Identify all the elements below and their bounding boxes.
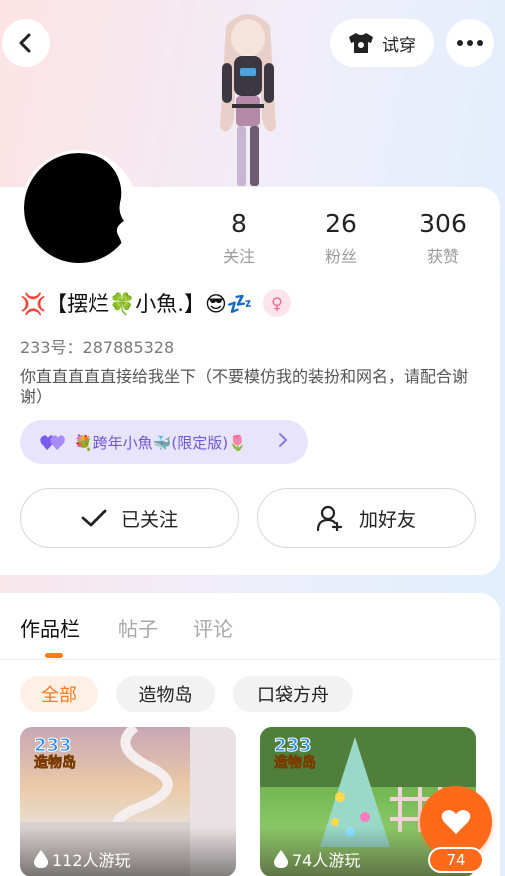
stat-followers-count: 26 [325,209,357,238]
stat-following-label: 关注 [222,247,255,266]
tab-divider [0,659,500,660]
play-count: 74人游玩 [274,847,360,871]
back-button[interactable] [2,19,50,67]
add-user-icon [316,505,343,531]
active-tab-indicator [45,653,63,658]
username-row: 💢【摆烂🍀小魚.】😎💤 ♀ [20,288,292,318]
title-badge-label: 💐跨年小魚🐳(限定版)🌷 [74,433,247,452]
following-label: 已关注 [120,508,178,531]
more-dots-icon [457,40,483,46]
stat-following-count: 8 [231,209,247,238]
game-logo: 233 造物岛 [274,735,317,772]
add-friend-label: 加好友 [358,508,416,531]
game-card-1[interactable]: 233 造物岛 112人游玩 [20,727,236,876]
silhouette-avatar-image [24,153,134,263]
play-count-label: 112人游玩 [52,851,131,870]
stat-followers[interactable]: 26 粉丝 [301,209,381,267]
play-count: 112人游玩 [34,847,131,871]
chevron-left-icon [19,33,31,53]
user-id: 233号：287885328 [20,338,175,357]
female-gender-icon: ♀ [263,289,292,317]
heart-icon [441,810,471,834]
username: 💢【摆烂🍀小魚.】😎💤 [20,292,254,316]
try-on-label: 试穿 [382,35,416,56]
tshirt-icon [349,33,373,53]
stat-likes[interactable]: 306 获赞 [403,209,483,267]
tab-works[interactable]: 作品栏 [20,613,80,642]
filter-chip-creation-island[interactable]: 造物岛 [116,676,215,712]
stat-likes-label: 获赞 [426,247,459,266]
game-logo: 233 造物岛 [34,735,77,772]
water-drop-icon [34,850,48,868]
stat-likes-count: 306 [419,209,467,238]
chevron-right-icon [278,432,288,452]
more-button[interactable] [446,19,494,67]
stat-following[interactable]: 8 关注 [199,209,279,267]
water-drop-icon [274,850,288,868]
avatar[interactable] [21,150,137,266]
play-count-label: 74人游玩 [292,851,361,870]
stat-followers-label: 粉丝 [324,247,357,266]
filter-chip-all[interactable]: 全部 [20,676,98,712]
double-heart-icon [40,435,65,450]
tab-comments[interactable]: 评论 [193,613,233,642]
checkmark-icon [81,509,107,527]
add-friend-button[interactable]: 加好友 [257,488,476,548]
tab-posts[interactable]: 帖子 [118,613,158,642]
game-logo-text: 造物岛 [34,755,77,772]
game-logo-text: 造物岛 [274,755,317,772]
game-logo-number: 233 [274,735,313,756]
try-on-button[interactable]: 试穿 [330,19,434,67]
avatar-3d-figure [220,14,276,186]
title-badge-pill[interactable]: 💐跨年小魚🐳(限定版)🌷 [20,420,308,464]
game-logo-number: 233 [34,735,73,756]
like-count-badge: 74 [428,847,484,873]
following-button[interactable]: 已关注 [20,488,239,548]
user-bio: 你直直直直直接给我坐下（不要模仿我的装扮和网名，请配合谢谢） [20,367,469,406]
filter-chip-pocket-ark[interactable]: 口袋方舟 [233,676,353,712]
